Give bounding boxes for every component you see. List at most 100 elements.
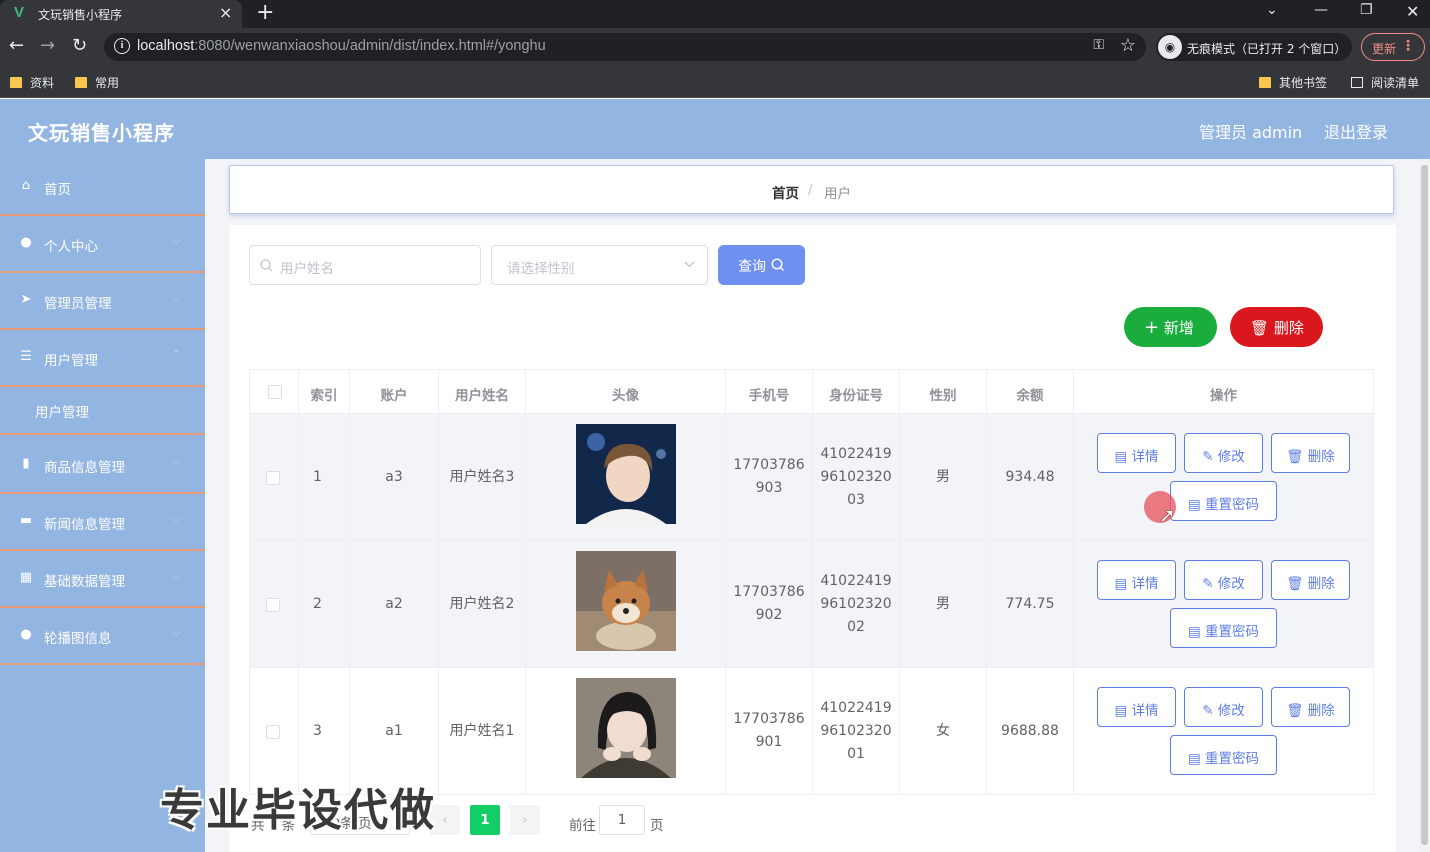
pencil-icon: ✎ [1202,449,1214,465]
content-panel: 用户姓名 请选择性别 查询 + 新增 🗑 删除 索引 账户 用户姓名 头像 手机… [229,225,1396,852]
user-icon: ● [20,235,32,250]
browser-tab[interactable]: V 文玩销售小程序 × [0,0,242,28]
address-bar[interactable]: i localhost:8080/wenwanxiaoshou/admin/di… [104,33,1146,61]
folder-icon [1259,77,1271,88]
sidebar-item-goods-management[interactable]: ▮ 商品信息管理 ⌵ [0,437,205,494]
scrollbar-thumb[interactable] [1421,165,1428,845]
row-checkbox[interactable] [266,598,280,612]
breadcrumb-separator: / [808,182,813,198]
delete-button[interactable]: 🗑 删除 [1271,560,1350,600]
sidebar-item-user-management[interactable]: ☰ 用户管理 ⌃ [0,330,205,387]
cell-phone-line1: 17703786 [733,584,805,600]
header-checkbox-cell [250,370,299,413]
trash-icon: 🗑 [1286,576,1304,592]
query-button[interactable]: 查询 [718,245,805,285]
reset-password-button[interactable]: ▤ 重置密码 [1170,481,1277,521]
cell-id-line3: 03 [847,492,865,508]
bookmark-star-icon[interactable]: ☆ [1120,35,1136,56]
app-header: 文玩销售小程序 管理员 admin 退出登录 [0,99,1430,159]
tab-search-icon[interactable]: ⌄ [1266,2,1278,18]
edit-button[interactable]: ✎ 修改 [1184,433,1263,473]
update-button[interactable]: 更新 ⋮ [1361,33,1425,61]
cell-gender: 男 [936,469,950,485]
restore-icon[interactable]: ❐ [1360,2,1373,18]
bookmark-item[interactable]: 资料 [10,74,54,91]
minimize-icon[interactable]: — [1314,2,1328,18]
next-page-button[interactable]: › [510,805,540,835]
detail-button[interactable]: ▤ 详情 [1097,433,1176,473]
sidebar-item-basic-data[interactable]: ▦ 基础数据管理 ⌵ [0,551,205,608]
bookmark-item[interactable]: 常用 [75,74,119,91]
cell-id-line1: 41022419 [820,700,892,716]
cell-id-line3: 02 [847,619,865,635]
folder-icon [10,77,22,88]
gender-select[interactable]: 请选择性别 [491,245,708,285]
header-avatar: 头像 [612,388,639,404]
sidebar-item-label: 个人中心 [44,239,98,255]
cell-balance: 934.48 [1005,469,1055,485]
page-scrollbar[interactable] [1419,159,1430,852]
sidebar-item-carousel[interactable]: ● 轮播图信息 ⌵ [0,608,205,665]
reload-icon[interactable]: ↻ [72,36,87,56]
reset-password-button[interactable]: ▤ 重置密码 [1170,608,1277,648]
key-icon[interactable]: ⚿ [1093,37,1104,53]
edit-button[interactable]: ✎ 修改 [1184,560,1263,600]
incognito-indicator[interactable]: ◉ 无痕模式（已打开 2 个窗口） [1156,33,1352,61]
cell: 用户姓名1 [439,668,526,794]
button-label: 重置密码 [1205,751,1260,767]
new-tab-icon[interactable]: + [256,0,274,26]
close-tab-icon[interactable]: × [219,3,232,22]
button-label: 详情 [1131,703,1159,719]
sidebar-item-home[interactable]: ⌂ 首页 [0,159,205,216]
header-cell: 索引 [299,370,350,413]
cell-account: a1 [385,723,403,739]
cell-account: a2 [385,596,403,612]
page-number-active[interactable]: 1 [470,805,500,835]
row-checkbox[interactable] [266,725,280,739]
forward-icon[interactable]: → [40,36,55,56]
logout-link[interactable]: 退出登录 [1324,119,1388,143]
detail-button[interactable]: ▤ 详情 [1097,687,1176,727]
user-name-search-input[interactable]: 用户姓名 [249,245,481,285]
page-unit-label: 页 [650,818,664,834]
cell-index: 2 [313,596,322,612]
sidebar-subitem-user-management[interactable]: 用户管理 [0,387,205,435]
cell: 17703786 902 [726,541,813,667]
cell-name: 用户姓名3 [449,469,515,485]
query-label: 查询 [738,259,766,275]
table-header: 索引 账户 用户姓名 头像 手机号 身份证号 性别 余额 操作 [249,369,1374,414]
home-icon: ⌂ [21,178,31,193]
delete-button[interactable]: 🗑 删除 [1271,687,1350,727]
goto-page-input[interactable]: 1 [599,805,645,835]
reading-list[interactable]: 阅读清单 [1351,74,1419,91]
site-info-icon[interactable]: i [114,38,130,54]
row-checkbox-cell [250,414,299,540]
cell [526,668,726,794]
detail-button[interactable]: ▤ 详情 [1097,560,1176,600]
sidebar-item-personal-center[interactable]: ● 个人中心 ⌵ [0,216,205,273]
sidebar-subitem-label: 用户管理 [35,405,89,421]
delete-button[interactable]: 🗑 删除 [1271,433,1350,473]
select-all-checkbox[interactable] [268,385,282,399]
sidebar-item-news-management[interactable]: ▬ 新闻信息管理 ⌵ [0,494,205,551]
cell [526,541,726,667]
breadcrumb-home[interactable]: 首页 [772,182,799,202]
button-label: 删除 [1307,449,1335,465]
edit-button[interactable]: ✎ 修改 [1184,687,1263,727]
cell-id-line2: 96102320 [820,596,892,612]
add-button[interactable]: + 新增 [1124,307,1217,347]
chevron-down-icon: ⌵ [172,512,181,525]
send-icon: ➤ [20,292,32,307]
back-icon[interactable]: ← [9,36,24,56]
window-close-icon[interactable]: ✕ [1406,2,1419,21]
sidebar-item-label: 管理员管理 [44,296,112,312]
other-bookmarks[interactable]: 其他书签 [1259,74,1327,91]
reset-password-button[interactable]: ▤ 重置密码 [1170,735,1277,775]
sidebar-item-label: 新闻信息管理 [44,517,125,533]
button-label: 删除 [1307,576,1335,592]
cell: 41022419 96102320 01 [813,668,900,794]
sidebar-item-admin-management[interactable]: ➤ 管理员管理 ⌵ [0,273,205,330]
batch-delete-button[interactable]: 🗑 删除 [1230,307,1323,347]
document-icon: ▤ [1187,624,1201,640]
row-checkbox[interactable] [266,471,280,485]
